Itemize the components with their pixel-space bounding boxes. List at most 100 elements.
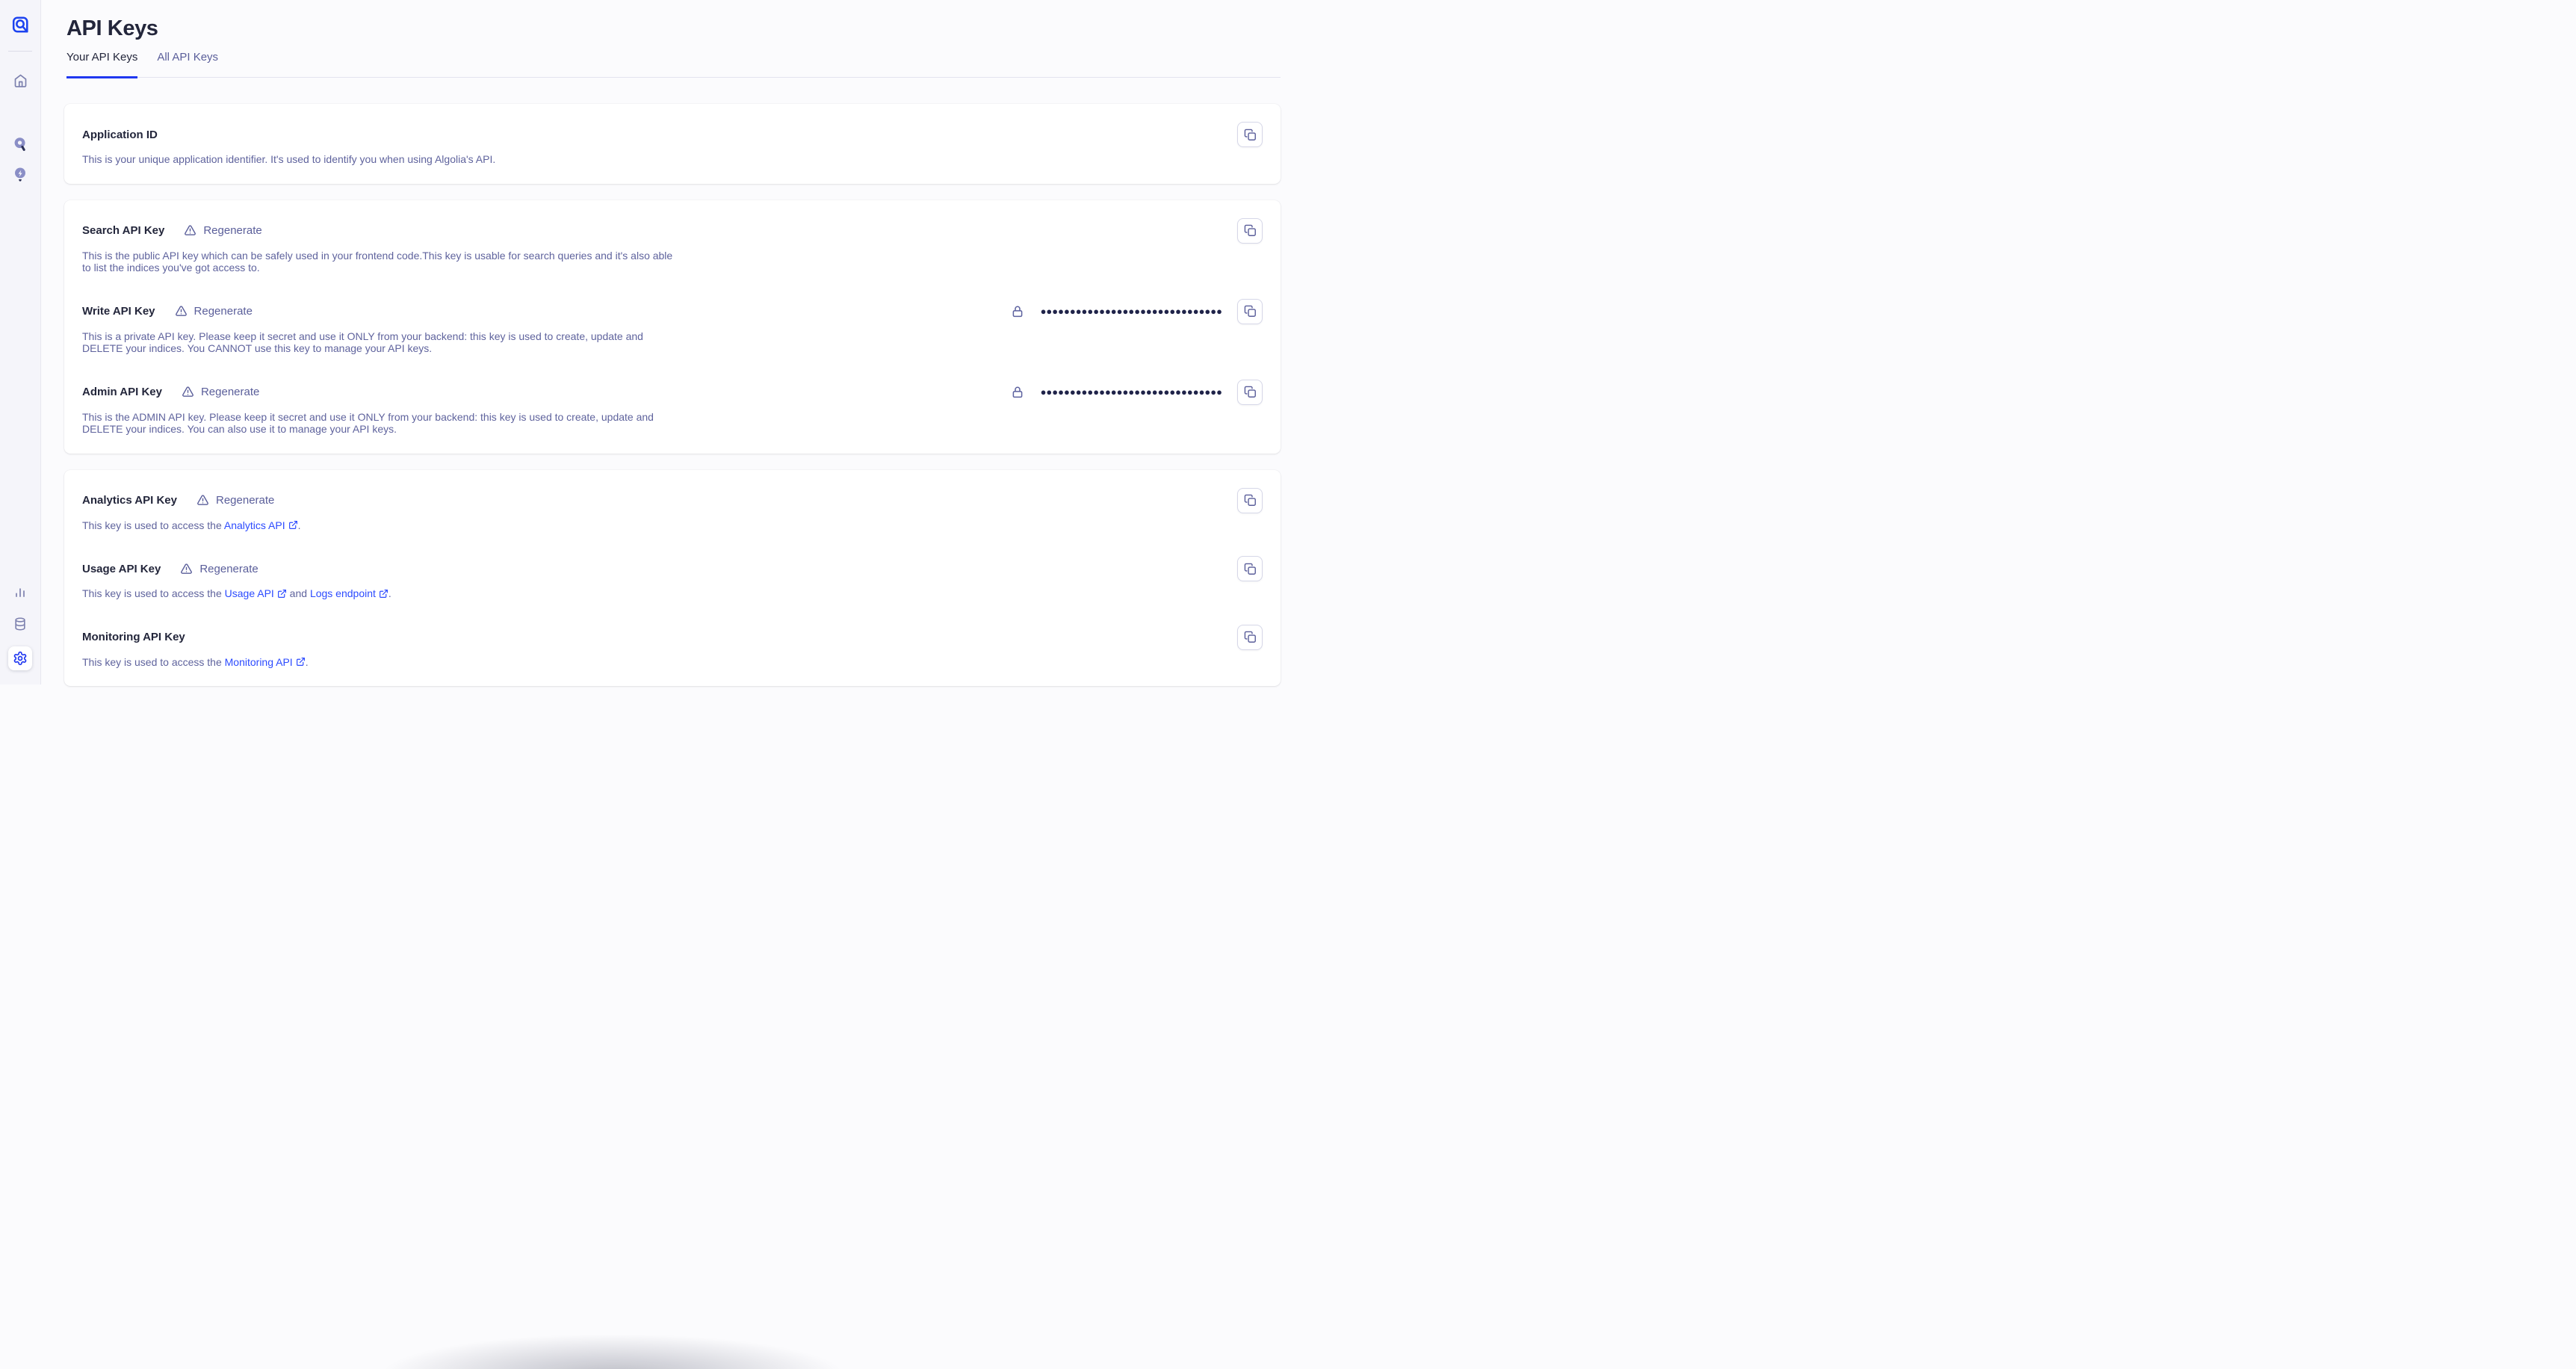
warning-triangle-icon [184, 224, 196, 237]
bottom-overlay-shadow [314, 1333, 911, 1369]
application-id-title: Application ID [82, 129, 158, 141]
copy-icon [1244, 494, 1257, 507]
copy-analytics-key-button[interactable] [1237, 488, 1263, 513]
admin-api-key-description: This is the ADMIN API key. Please keep i… [82, 411, 676, 436]
regenerate-label: Regenerate [203, 224, 261, 237]
copy-icon [1244, 305, 1257, 318]
description-text: . [298, 519, 301, 531]
usage-api-key-row: Usage API Key Regenerate This key is use… [82, 556, 1263, 600]
copy-admin-key-button[interactable] [1237, 380, 1263, 405]
external-link-icon [293, 656, 306, 669]
copy-icon [1244, 386, 1257, 398]
description-text: This key is used to access the [82, 519, 224, 531]
home-icon [13, 72, 28, 88]
sidebar-item-analytics[interactable] [7, 578, 34, 605]
application-id-row: Application ID This is your unique appli… [82, 122, 1263, 166]
application-id-card: Application ID This is your unique appli… [64, 104, 1281, 184]
warning-triangle-icon [175, 305, 188, 318]
copy-icon [1244, 563, 1257, 575]
usage-api-key-title: Usage API Key [82, 563, 161, 575]
write-key-masked-value: ●●●●●●●●●●●●●●●●●●●●●●●●●●●●●●● [1011, 305, 1222, 318]
regenerate-admin-key-button[interactable]: Regenerate [182, 386, 259, 398]
copy-icon [1244, 129, 1257, 141]
monitoring-api-key-description: This key is used to access the Monitorin… [82, 656, 676, 669]
masked-key-dots: ●●●●●●●●●●●●●●●●●●●●●●●●●●●●●●● [1041, 306, 1222, 316]
sidebar-bottom-group [7, 578, 34, 684]
sidebar-divider [8, 51, 32, 52]
regenerate-label: Regenerate [194, 305, 253, 318]
algolia-logo-icon [10, 15, 30, 34]
analytics-api-link[interactable]: Analytics API [224, 519, 298, 531]
bar-chart-icon [13, 584, 28, 599]
database-icon [13, 616, 28, 631]
sidebar-item-data-sources[interactable] [7, 611, 34, 637]
search-api-key-row: Search API Key Regenerate This is the pu… [82, 218, 1263, 274]
sidebar-item-settings[interactable] [8, 646, 32, 670]
copy-icon [1244, 224, 1257, 237]
admin-api-key-title: Admin API Key [82, 386, 162, 398]
monitoring-api-key-title: Monitoring API Key [82, 631, 185, 643]
link-label: Analytics API [224, 519, 285, 531]
analytics-api-key-row: Analytics API Key Regenerate This key is… [82, 488, 1263, 532]
regenerate-label: Regenerate [199, 563, 258, 575]
link-label: Logs endpoint [310, 587, 376, 599]
usage-api-key-description: This key is used to access the Usage API… [82, 587, 676, 600]
search-api-key-title: Search API Key [82, 224, 164, 237]
other-api-keys-card: Analytics API Key Regenerate This key is… [64, 470, 1281, 687]
regenerate-write-key-button[interactable]: Regenerate [175, 305, 253, 318]
sidebar-item-home[interactable] [7, 67, 34, 93]
description-text: and [287, 587, 310, 599]
copy-monitoring-key-button[interactable] [1237, 625, 1263, 650]
logs-endpoint-link[interactable]: Logs endpoint [310, 587, 388, 599]
link-label: Usage API [225, 587, 274, 599]
search-explorer-icon [12, 136, 28, 152]
external-link-icon [274, 587, 287, 600]
sidebar-item-search-explorer[interactable] [7, 131, 34, 158]
regenerate-analytics-key-button[interactable]: Regenerate [196, 494, 274, 507]
description-text: This key is used to access the [82, 656, 225, 668]
regenerate-label: Regenerate [216, 494, 274, 507]
description-text: This key is used to access the [82, 587, 225, 599]
warning-triangle-icon [182, 386, 194, 398]
write-api-key-description: This is a private API key. Please keep i… [82, 330, 676, 355]
copy-search-key-button[interactable] [1237, 218, 1263, 244]
main-content: API Keys Your API Keys All API Keys Appl… [41, 0, 1288, 686]
copy-write-key-button[interactable] [1237, 299, 1263, 324]
description-text: . [388, 587, 391, 599]
sidebar [0, 0, 41, 684]
copy-usage-key-button[interactable] [1237, 556, 1263, 581]
page-title: API Keys [66, 0, 1281, 43]
core-api-keys-card: Search API Key Regenerate This is the pu… [64, 200, 1281, 454]
regenerate-usage-key-button[interactable]: Regenerate [180, 563, 258, 575]
admin-api-key-row: Admin API Key Regenerate This is the ADM… [82, 380, 1263, 436]
regenerate-label: Regenerate [201, 386, 259, 398]
lock-icon [1011, 386, 1024, 399]
warning-triangle-icon [180, 563, 193, 575]
monitoring-api-link[interactable]: Monitoring API [225, 656, 306, 668]
bolt-icon [12, 166, 28, 182]
tab-all-api-keys[interactable]: All API Keys [157, 51, 218, 78]
analytics-api-key-title: Analytics API Key [82, 494, 177, 507]
gear-icon [13, 651, 28, 666]
algolia-logo[interactable] [10, 15, 30, 34]
application-id-description: This is your unique application identifi… [82, 153, 676, 166]
masked-key-dots: ●●●●●●●●●●●●●●●●●●●●●●●●●●●●●●● [1041, 387, 1222, 397]
search-api-key-description: This is the public API key which can be … [82, 250, 676, 274]
admin-key-masked-value: ●●●●●●●●●●●●●●●●●●●●●●●●●●●●●●● [1011, 386, 1222, 399]
monitoring-api-key-row: Monitoring API Key This key is used to a… [82, 625, 1263, 669]
tab-bar: Your API Keys All API Keys [66, 51, 1281, 78]
lock-icon [1011, 305, 1024, 318]
analytics-api-key-description: This key is used to access the Analytics… [82, 519, 676, 532]
external-link-icon [285, 519, 298, 532]
link-label: Monitoring API [225, 656, 293, 668]
copy-icon [1244, 631, 1257, 643]
external-link-icon [376, 587, 388, 600]
write-api-key-row: Write API Key Regenerate This is a priva… [82, 299, 1263, 355]
copy-application-id-button[interactable] [1237, 122, 1263, 147]
regenerate-search-key-button[interactable]: Regenerate [184, 224, 261, 237]
sidebar-item-recommend[interactable] [7, 161, 34, 188]
description-text: . [306, 656, 309, 668]
warning-triangle-icon [196, 494, 209, 507]
usage-api-link[interactable]: Usage API [225, 587, 287, 599]
tab-your-api-keys[interactable]: Your API Keys [66, 51, 137, 78]
